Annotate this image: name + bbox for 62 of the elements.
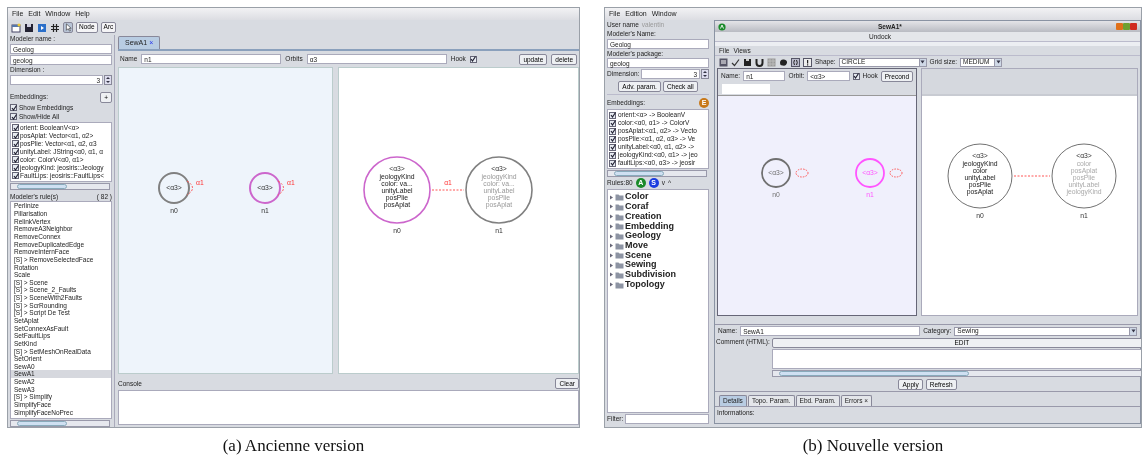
- grid-icon[interactable]: [50, 22, 60, 33]
- folder-item[interactable]: Subdivision: [625, 270, 676, 280]
- node-circle: [947, 143, 1013, 209]
- figure-caption: (a) Ancienne version: [222, 437, 365, 456]
- folder-item[interactable]: Geology: [625, 231, 661, 241]
- warning-icon[interactable]: [803, 57, 812, 67]
- checkbox[interactable]: [12, 156, 19, 164]
- spinner-icon[interactable]: [104, 74, 112, 85]
- blob-icon[interactable]: [779, 57, 788, 67]
- checkbox[interactable]: [852, 72, 860, 80]
- scrollbar[interactable]: [10, 420, 110, 427]
- checkbox[interactable]: [609, 119, 616, 127]
- scrollbar[interactable]: [10, 182, 110, 190]
- new-file-icon[interactable]: [11, 22, 21, 33]
- folder-item[interactable]: Sewing: [625, 260, 657, 270]
- scrollbar[interactable]: [607, 170, 707, 178]
- folder-item[interactable]: Move: [625, 240, 648, 251]
- loop-ellipse: [795, 168, 809, 178]
- checkbox[interactable]: [10, 113, 17, 121]
- checkbox[interactable]: [609, 151, 616, 159]
- dropdown-icon[interactable]: [995, 60, 1001, 64]
- loop-arc: [277, 180, 284, 196]
- checkbox[interactable]: [609, 159, 616, 167]
- checkbox[interactable]: [609, 111, 616, 119]
- edge-line: [431, 189, 465, 191]
- panel-icon[interactable]: [719, 57, 728, 67]
- comment-field[interactable]: [771, 349, 1141, 369]
- checkbox[interactable]: [12, 124, 19, 132]
- bracket-icon[interactable]: [791, 57, 800, 67]
- save-icon[interactable]: [24, 22, 34, 33]
- folder-item[interactable]: Topology: [625, 279, 665, 290]
- pointer-icon[interactable]: [63, 22, 73, 33]
- folder-item[interactable]: Scene: [625, 250, 652, 261]
- spinner-icon[interactable]: [701, 69, 709, 80]
- app-icon: [718, 22, 726, 31]
- edge-line: [1013, 175, 1051, 177]
- checkbox[interactable]: [12, 172, 19, 180]
- node-circle: [1051, 143, 1117, 209]
- loop-arc: [186, 180, 193, 196]
- checkbox[interactable]: [12, 132, 19, 140]
- folder-item[interactable]: Color: [625, 192, 649, 203]
- checkbox[interactable]: [10, 104, 17, 112]
- folder-item[interactable]: Embedding: [625, 221, 674, 232]
- magnet-icon[interactable]: [755, 57, 764, 67]
- figure-caption: (b) Nouvelle version: [802, 437, 944, 456]
- dropdown-icon[interactable]: [1130, 329, 1136, 333]
- scrollbar[interactable]: [771, 370, 1141, 377]
- folder-item[interactable]: Coraf: [625, 202, 649, 212]
- play-icon[interactable]: [37, 22, 47, 33]
- check-icon[interactable]: [731, 57, 740, 67]
- checkbox[interactable]: [609, 135, 616, 143]
- checkbox[interactable]: [609, 127, 616, 135]
- filter-field[interactable]: [625, 414, 709, 424]
- checkbox[interactable]: [469, 55, 477, 63]
- checkbox[interactable]: [12, 140, 19, 148]
- save-icon[interactable]: [743, 57, 752, 67]
- checkbox[interactable]: [12, 164, 19, 172]
- loop-ellipse: [889, 168, 903, 178]
- folder-item[interactable]: Creation: [625, 211, 662, 222]
- checkbox[interactable]: [609, 143, 616, 151]
- checkbox[interactable]: [12, 148, 19, 156]
- dropdown-icon[interactable]: [920, 60, 926, 64]
